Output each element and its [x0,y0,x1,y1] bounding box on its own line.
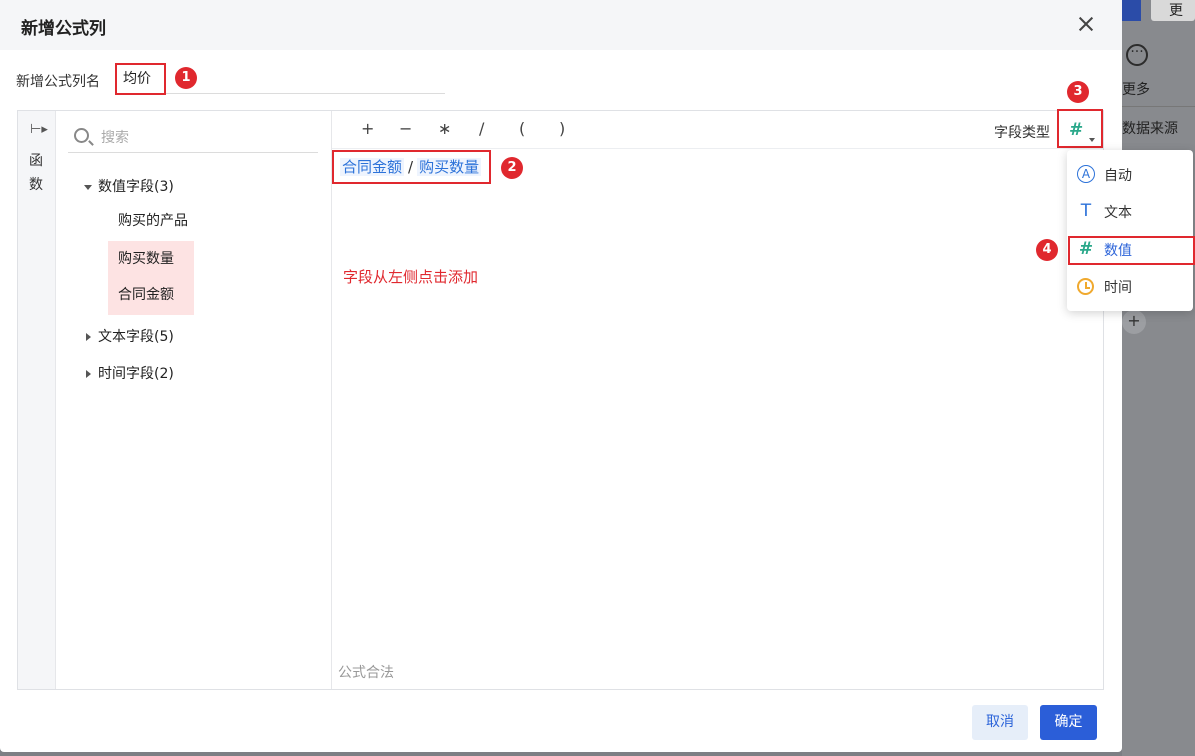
dialog-header: 新增公式列 [0,0,1122,50]
field-list-pane: 数值字段(3) 购买的产品 购买数量 合同金额 文本字段(5) 时间字段(2) [56,111,332,689]
background-source-label: 数据来源 [1122,121,1178,137]
more-icon: ··· [1126,44,1148,66]
field-type-menu: A 自动 T 文本 # 数值 时间 [1067,150,1193,311]
dialog-title: 新增公式列 [21,19,106,39]
left-paren-button[interactable]: ( [519,119,525,138]
annotation-box-3 [1057,109,1103,148]
annotation-badge-4: 4 [1036,239,1058,261]
plus-operator-button[interactable]: + [361,119,374,138]
column-name-label: 新增公式列名 [16,74,100,90]
formula-editor: ⊢▸ 函数 数值字段(3) 购买的产品 购买数量 合同金额 文本字段(5) 时间… [17,110,1104,690]
caret-right-icon [86,370,91,378]
add-formula-column-dialog: 新增公式列 新增公式列名 1 ⊢▸ 函数 数值字段(3) 购买的产品 购买数量 … [0,0,1122,752]
background-primary-button [1122,0,1141,21]
operator-toolbar: + − ∗ / ( ) 字段类型 # [332,111,1103,149]
expand-panel-icon[interactable]: ⊢▸ [30,122,48,137]
field-search-input[interactable] [101,127,301,149]
tree-group-label: 数值字段(3) [98,179,174,195]
tree-group-time[interactable]: 时间字段(2) [84,363,174,383]
caret-down-icon [84,184,92,190]
annotation-box-4 [1068,236,1195,265]
annotation-box-2 [332,150,491,184]
caret-right-icon [86,333,91,341]
formula-validation-status: 公式合法 [338,665,394,681]
cancel-button[interactable]: 取消 [972,705,1028,740]
right-paren-button[interactable]: ) [559,119,565,138]
close-icon[interactable] [1076,14,1096,34]
background-divider [1122,106,1195,107]
type-option-label: 文本 [1104,205,1132,221]
auto-icon: A [1077,165,1095,183]
multiply-operator-button[interactable]: ∗ [438,119,451,138]
tree-item-quantity[interactable]: 购买数量 [108,241,194,279]
function-tab-label: 函数 [29,153,43,193]
type-option-label: 自动 [1104,168,1132,184]
annotation-box-1 [115,63,166,95]
divide-operator-button[interactable]: / [479,119,484,138]
type-option-label: 时间 [1104,280,1132,296]
function-tab[interactable]: ⊢▸ 函数 [18,111,56,689]
clock-icon [1077,278,1094,295]
type-option-time[interactable]: 时间 [1067,268,1193,304]
field-search [68,123,318,153]
formula-hint: 字段从左侧点击添加 [343,268,479,286]
tree-group-numeric[interactable]: 数值字段(3) [84,176,174,196]
confirm-button[interactable]: 确定 [1040,705,1097,740]
field-type-label: 字段类型 [994,125,1050,141]
background-more-label: 更多 [1122,82,1150,98]
background-add-icon: + [1122,310,1146,334]
annotation-badge-2: 2 [501,157,523,179]
background-button-label: 更 [1169,3,1183,19]
background-secondary-button: 更 [1151,0,1195,21]
background-app-panel [1122,0,1195,756]
minus-operator-button[interactable]: − [399,119,412,138]
type-option-text[interactable]: T 文本 [1067,193,1193,229]
tree-group-text[interactable]: 文本字段(5) [84,326,174,346]
tree-group-label: 文本字段(5) [98,329,174,345]
text-icon: T [1080,201,1092,221]
tree-item-product[interactable]: 购买的产品 [108,203,194,241]
annotation-badge-1: 1 [175,67,197,89]
type-option-auto[interactable]: A 自动 [1067,156,1193,192]
tree-group-label: 时间字段(2) [98,366,174,382]
column-name-row: 新增公式列名 [16,62,446,94]
formula-pane: + − ∗ / ( ) 字段类型 # 合同金额 / 购买数量 字段从左侧点击添加 公… [332,111,1103,689]
search-icon [74,128,89,143]
tree-item-amount[interactable]: 合同金额 [108,277,194,315]
annotation-badge-3: 3 [1067,81,1089,103]
